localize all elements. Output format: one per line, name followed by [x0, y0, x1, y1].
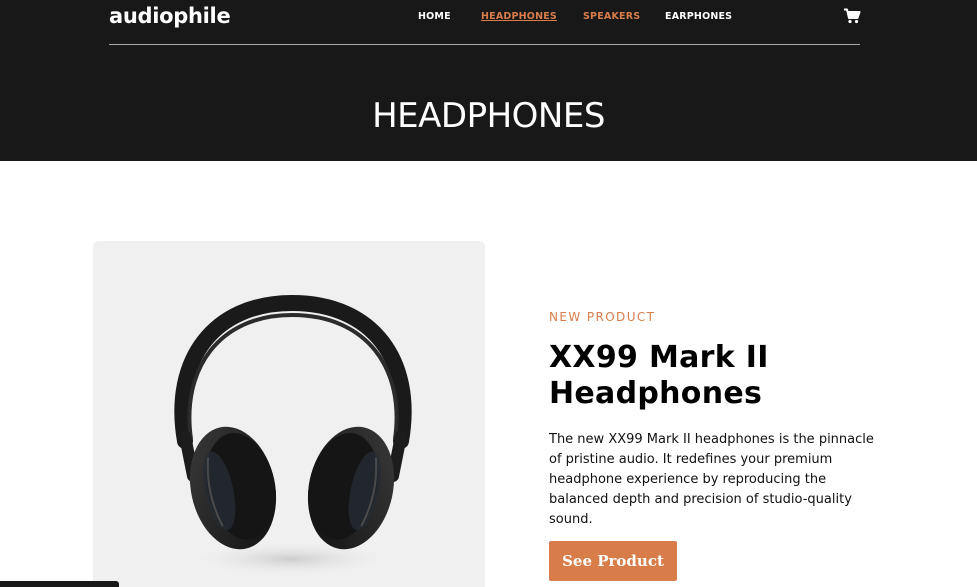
category-title: HEADPHONES — [372, 96, 605, 136]
see-product-button[interactable]: See Product — [549, 541, 677, 581]
site-header: audiophile HOME HEADPHONES SPEAKERS EARP… — [0, 0, 977, 161]
nav-earphones[interactable]: EARPHONES — [665, 11, 732, 22]
product-description: The new XX99 Mark II headphones is the p… — [549, 432, 874, 527]
nav-home[interactable]: HOME — [418, 11, 451, 22]
cart-icon[interactable] — [843, 8, 861, 24]
main-nav: HOME HEADPHONES SPEAKERS EARPHONES — [0, 11, 977, 25]
nav-speakers[interactable]: SPEAKERS — [583, 11, 640, 22]
product-name: XX99 Mark II Headphones — [549, 340, 769, 411]
header-divider — [109, 44, 860, 45]
product-overline: NEW PRODUCT — [549, 310, 656, 324]
nav-headphones[interactable]: HEADPHONES — [481, 11, 557, 22]
headphones-image — [93, 241, 485, 587]
bottom-scroll-indicator — [0, 581, 119, 587]
